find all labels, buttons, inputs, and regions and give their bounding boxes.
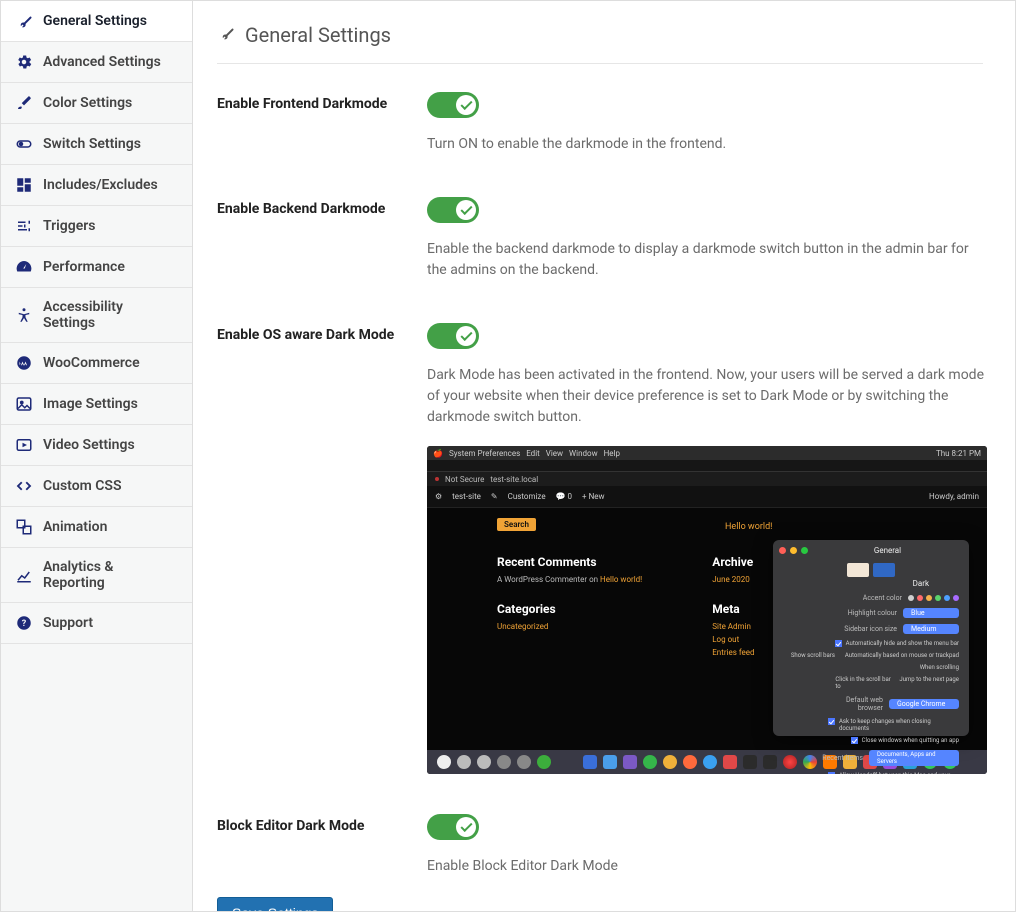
setting-label: Block Editor Dark Mode: [217, 814, 427, 834]
page-title-text: General Settings: [245, 23, 391, 47]
animation-icon: [15, 518, 33, 536]
sidebar-item-label: Triggers: [43, 218, 96, 234]
sidebar-item-label: Performance: [43, 259, 125, 275]
system-prefs-window: General Dark Accent color Highlight colo…: [773, 540, 969, 736]
setting-row-osaware: Enable OS aware Dark Mode Dark Mode has …: [217, 323, 983, 774]
wrench-icon: [15, 12, 33, 30]
sidebar-item-label: Switch Settings: [43, 136, 141, 152]
setting-desc: Dark Mode has been activated in the fron…: [427, 365, 987, 428]
brush-icon: [15, 94, 33, 112]
setting-desc: Enable the backend darkmode to display a…: [427, 239, 983, 281]
setting-label: Enable Frontend Darkmode: [217, 92, 427, 112]
sidebar-item-color[interactable]: Color Settings: [1, 83, 192, 124]
woo-icon: [15, 354, 33, 372]
sidebar-item-image[interactable]: Image Settings: [1, 384, 192, 425]
image-icon: [15, 395, 33, 413]
svg-text:?: ?: [22, 619, 27, 629]
switch-icon: [15, 135, 33, 153]
sidebar-item-triggers[interactable]: Triggers: [1, 206, 192, 247]
main-panel: General Settings Enable Frontend Darkmod…: [193, 1, 1015, 911]
sidebar-item-label: Animation: [43, 519, 107, 535]
sidebar-item-label: General Settings: [43, 13, 147, 29]
sidebar-item-accessibility[interactable]: Accessibility Settings: [1, 288, 192, 343]
help-icon: ?: [15, 614, 33, 632]
sliders-icon: [15, 217, 33, 235]
setting-row-backend: Enable Backend Darkmode Enable the backe…: [217, 197, 983, 281]
toggle-osaware[interactable]: [427, 323, 479, 349]
toggle-frontend[interactable]: [427, 92, 479, 118]
chart-icon: [15, 566, 33, 584]
gauge-icon: [15, 258, 33, 276]
setting-row-block-editor: Block Editor Dark Mode Enable Block Edit…: [217, 814, 983, 877]
video-icon: [15, 436, 33, 454]
sidebar: General Settings Advanced Settings Color…: [1, 1, 193, 911]
sidebar-item-includes[interactable]: Includes/Excludes: [1, 165, 192, 206]
os-preview-image: 🍎 System Preferences Edit View Window He…: [427, 446, 987, 774]
setting-label: Enable Backend Darkmode: [217, 197, 427, 217]
sidebar-item-animation[interactable]: Animation: [1, 507, 192, 548]
toggle-block-editor[interactable]: [427, 814, 479, 840]
sidebar-item-label: Support: [43, 615, 93, 631]
sidebar-item-label: Video Settings: [43, 437, 135, 453]
sidebar-item-css[interactable]: Custom CSS: [1, 466, 192, 507]
page-title: General Settings: [217, 23, 983, 64]
gear-icon: [15, 53, 33, 71]
sidebar-item-label: Includes/Excludes: [43, 177, 158, 193]
code-icon: [15, 477, 33, 495]
setting-desc: Enable Block Editor Dark Mode: [427, 856, 983, 877]
sidebar-item-label: WooCommerce: [43, 355, 140, 371]
sidebar-item-performance[interactable]: Performance: [1, 247, 192, 288]
toggle-backend[interactable]: [427, 197, 479, 223]
sidebar-item-label: Advanced Settings: [43, 54, 161, 70]
wrench-icon: [217, 23, 235, 47]
sidebar-item-switch[interactable]: Switch Settings: [1, 124, 192, 165]
sidebar-item-support[interactable]: ? Support: [1, 603, 192, 644]
sidebar-item-analytics[interactable]: Analytics & Reporting: [1, 548, 192, 603]
setting-label: Enable OS aware Dark Mode: [217, 323, 427, 343]
sidebar-item-label: Custom CSS: [43, 478, 122, 494]
sidebar-item-general[interactable]: General Settings: [1, 1, 192, 42]
dashboard-icon: [15, 176, 33, 194]
setting-desc: Turn ON to enable the darkmode in the fr…: [427, 134, 983, 155]
sidebar-item-video[interactable]: Video Settings: [1, 425, 192, 466]
sidebar-item-label: Analytics & Reporting: [43, 559, 178, 591]
sidebar-item-label: Accessibility Settings: [43, 299, 178, 331]
sidebar-item-advanced[interactable]: Advanced Settings: [1, 42, 192, 83]
sidebar-item-label: Image Settings: [43, 396, 138, 412]
sidebar-item-woocommerce[interactable]: WooCommerce: [1, 343, 192, 384]
setting-row-frontend: Enable Frontend Darkmode Turn ON to enab…: [217, 92, 983, 155]
save-button[interactable]: Save Settings: [217, 897, 333, 911]
person-icon: [15, 306, 33, 324]
sidebar-item-label: Color Settings: [43, 95, 132, 111]
